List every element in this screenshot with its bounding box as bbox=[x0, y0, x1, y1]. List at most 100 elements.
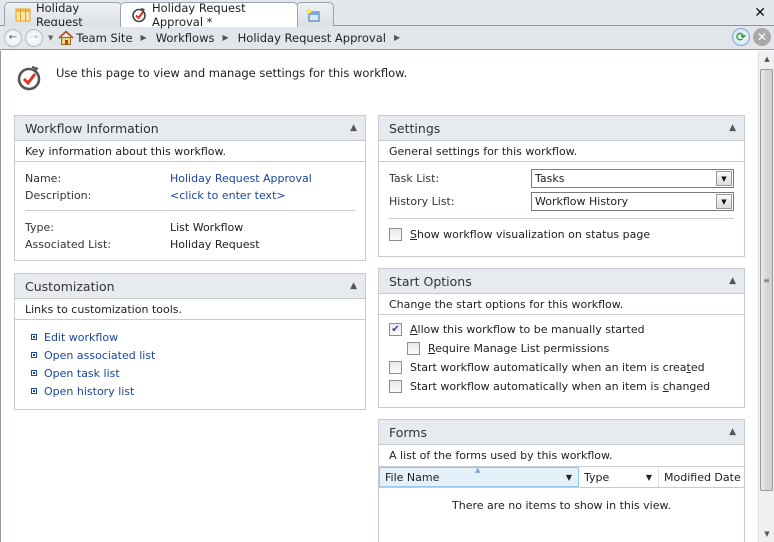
workflow-icon bbox=[17, 66, 41, 91]
breadcrumb-holiday-request-approval[interactable]: Holiday Request Approval bbox=[238, 31, 386, 45]
name-label: Name: bbox=[25, 172, 62, 185]
close-document-button[interactable]: ✕ bbox=[754, 5, 766, 21]
panel-body: Name: Holiday Request Approval Descripti… bbox=[15, 162, 365, 261]
collapse-icon[interactable]: ▲ bbox=[729, 427, 736, 437]
open-history-list-link[interactable]: Open history list bbox=[25, 382, 355, 400]
panel-header: Forms ▲ bbox=[379, 420, 744, 445]
start-on-change-checkbox[interactable] bbox=[389, 380, 402, 393]
intro: Use this page to view and manage setting… bbox=[15, 64, 407, 92]
manual-start-checkbox[interactable]: ✔ bbox=[389, 323, 402, 336]
check-icon: ✔ bbox=[391, 324, 400, 335]
link-label: Open history list bbox=[44, 384, 135, 398]
associated-list-row: Associated List: Holiday Request bbox=[25, 236, 355, 253]
require-manage-permissions-checkbox-row[interactable]: Require Manage List permissions bbox=[389, 339, 734, 358]
tab-holiday-request[interactable]: Holiday Request bbox=[4, 0, 122, 29]
chevron-down-icon[interactable]: ▼ bbox=[716, 194, 732, 209]
breadcrumb-workflows[interactable]: Workflows bbox=[156, 31, 215, 45]
type-row: Type: List Workflow bbox=[25, 219, 355, 236]
label-text: ed bbox=[690, 361, 705, 374]
scroll-thumb[interactable]: ≡ bbox=[760, 69, 773, 491]
panel-description: Links to customization tools. bbox=[15, 299, 365, 320]
refresh-icon: ⟳ bbox=[735, 30, 747, 44]
bullet-icon bbox=[31, 370, 37, 376]
checkbox-label: Allow this workflow to be manually start… bbox=[410, 323, 645, 336]
new-tab-button[interactable] bbox=[296, 2, 334, 26]
history-list-label: History List: bbox=[389, 195, 455, 208]
panel-title: Settings bbox=[389, 120, 441, 136]
start-on-create-checkbox-row[interactable]: Start workflow automatically when an ite… bbox=[389, 358, 734, 377]
chevron-down-icon[interactable]: ▼ bbox=[716, 171, 732, 186]
forward-button[interactable]: → bbox=[25, 28, 43, 47]
column-label: Type bbox=[584, 470, 610, 484]
panel-title: Customization bbox=[25, 278, 115, 294]
type-label: Type: bbox=[25, 221, 54, 234]
document-tab-strip: Holiday Request Holiday Request Approval… bbox=[0, 0, 774, 29]
name-value-link[interactable]: Holiday Request Approval bbox=[170, 172, 312, 185]
bullet-icon bbox=[31, 352, 37, 358]
associated-list-label: Associated List: bbox=[25, 238, 112, 251]
panel-header: Customization ▲ bbox=[15, 274, 365, 299]
label-text: how workflow visualization on status pag… bbox=[416, 228, 651, 241]
edit-workflow-link[interactable]: Edit workflow bbox=[25, 328, 355, 346]
workflow-settings-page: Use this page to view and manage setting… bbox=[0, 51, 758, 542]
collapse-icon[interactable]: ▲ bbox=[350, 281, 357, 291]
vertical-scrollbar[interactable]: ▲ ≡ ▼ bbox=[758, 51, 774, 542]
refresh-button[interactable]: ⟳ bbox=[732, 28, 750, 46]
breadcrumb-team-site[interactable]: Team Site bbox=[76, 31, 132, 45]
column-dropdown-icon[interactable]: ▼ bbox=[646, 473, 652, 482]
show-visualization-checkbox[interactable] bbox=[389, 228, 402, 241]
checkbox-label: Show workflow visualization on status pa… bbox=[410, 228, 650, 241]
breadcrumb-separator-icon[interactable]: ▶ bbox=[394, 33, 400, 42]
task-list-select[interactable]: Tasks ▼ bbox=[531, 169, 734, 188]
open-associated-list-link[interactable]: Open associated list bbox=[25, 346, 355, 364]
column-label: File Name bbox=[385, 470, 440, 484]
breadcrumb-separator-icon[interactable]: ▶ bbox=[223, 33, 229, 42]
column-header-type[interactable]: Type ▼ bbox=[579, 467, 659, 487]
navigation-bar: ← → ▼ Team Site ▶ Workflows ▶ Holiday Re… bbox=[0, 26, 774, 50]
panel-header: Settings ▲ bbox=[379, 116, 744, 141]
column-header-file-name[interactable]: ▲ File Name ▼ bbox=[379, 466, 579, 487]
collapse-icon[interactable]: ▲ bbox=[729, 123, 736, 133]
stop-button[interactable]: ✕ bbox=[753, 28, 771, 46]
description-label: Description: bbox=[25, 189, 92, 202]
label-text: equire Manage List permissions bbox=[435, 342, 610, 355]
collapse-icon[interactable]: ▲ bbox=[729, 276, 736, 286]
tab-label: Holiday Request Approval * bbox=[152, 1, 246, 29]
intro-text: Use this page to view and manage setting… bbox=[56, 66, 408, 80]
start-on-change-checkbox-row[interactable]: Start workflow automatically when an ite… bbox=[389, 377, 734, 396]
panel-title: Workflow Information bbox=[25, 120, 159, 136]
tab-holiday-request-approval[interactable]: Holiday Request Approval * bbox=[120, 1, 298, 29]
empty-view-message: There are no items to show in this view. bbox=[452, 499, 671, 512]
scroll-down-button[interactable]: ▼ bbox=[759, 526, 774, 542]
description-value-link[interactable]: <click to enter text> bbox=[170, 189, 286, 202]
collapse-icon[interactable]: ▲ bbox=[350, 123, 357, 133]
column-header-modified-date[interactable]: Modified Date bbox=[659, 467, 744, 487]
column-dropdown-icon[interactable]: ▼ bbox=[566, 473, 572, 482]
bullet-icon bbox=[31, 334, 37, 340]
task-list-row: Task List: Tasks ▼ bbox=[389, 167, 734, 190]
require-manage-permissions-checkbox[interactable] bbox=[407, 342, 420, 355]
new-tab-icon bbox=[306, 8, 320, 21]
history-list-row: History List: Workflow History ▼ bbox=[389, 190, 734, 213]
tab-label: Holiday Request bbox=[36, 0, 83, 29]
start-options-panel: Start Options ▲ Change the start options… bbox=[378, 268, 745, 408]
back-button[interactable]: ← bbox=[4, 28, 22, 47]
associated-list-value: Holiday Request bbox=[170, 238, 260, 251]
history-list-select[interactable]: Workflow History ▼ bbox=[531, 192, 734, 211]
scroll-up-button[interactable]: ▲ bbox=[759, 51, 774, 67]
manual-start-checkbox-row[interactable]: ✔ Allow this workflow to be manually sta… bbox=[389, 320, 734, 339]
workflow-icon bbox=[132, 7, 146, 23]
customization-panel: Customization ▲ Links to customization t… bbox=[14, 273, 366, 410]
grip-icon: ≡ bbox=[763, 275, 770, 285]
start-on-create-checkbox[interactable] bbox=[389, 361, 402, 374]
breadcrumb-separator-icon[interactable]: ▶ bbox=[141, 33, 147, 42]
show-visualization-checkbox-row[interactable]: Show workflow visualization on status pa… bbox=[389, 225, 734, 244]
panel-description: Key information about this workflow. bbox=[15, 141, 365, 162]
task-list-label: Task List: bbox=[389, 172, 440, 185]
open-task-list-link[interactable]: Open task list bbox=[25, 364, 355, 382]
name-row: Name: Holiday Request Approval bbox=[25, 170, 355, 187]
panel-body: Task List: Tasks ▼ History List: Workflo… bbox=[379, 162, 744, 252]
divider bbox=[389, 218, 734, 219]
panel-header: Workflow Information ▲ bbox=[15, 116, 365, 141]
history-dropdown-icon[interactable]: ▼ bbox=[48, 34, 53, 42]
